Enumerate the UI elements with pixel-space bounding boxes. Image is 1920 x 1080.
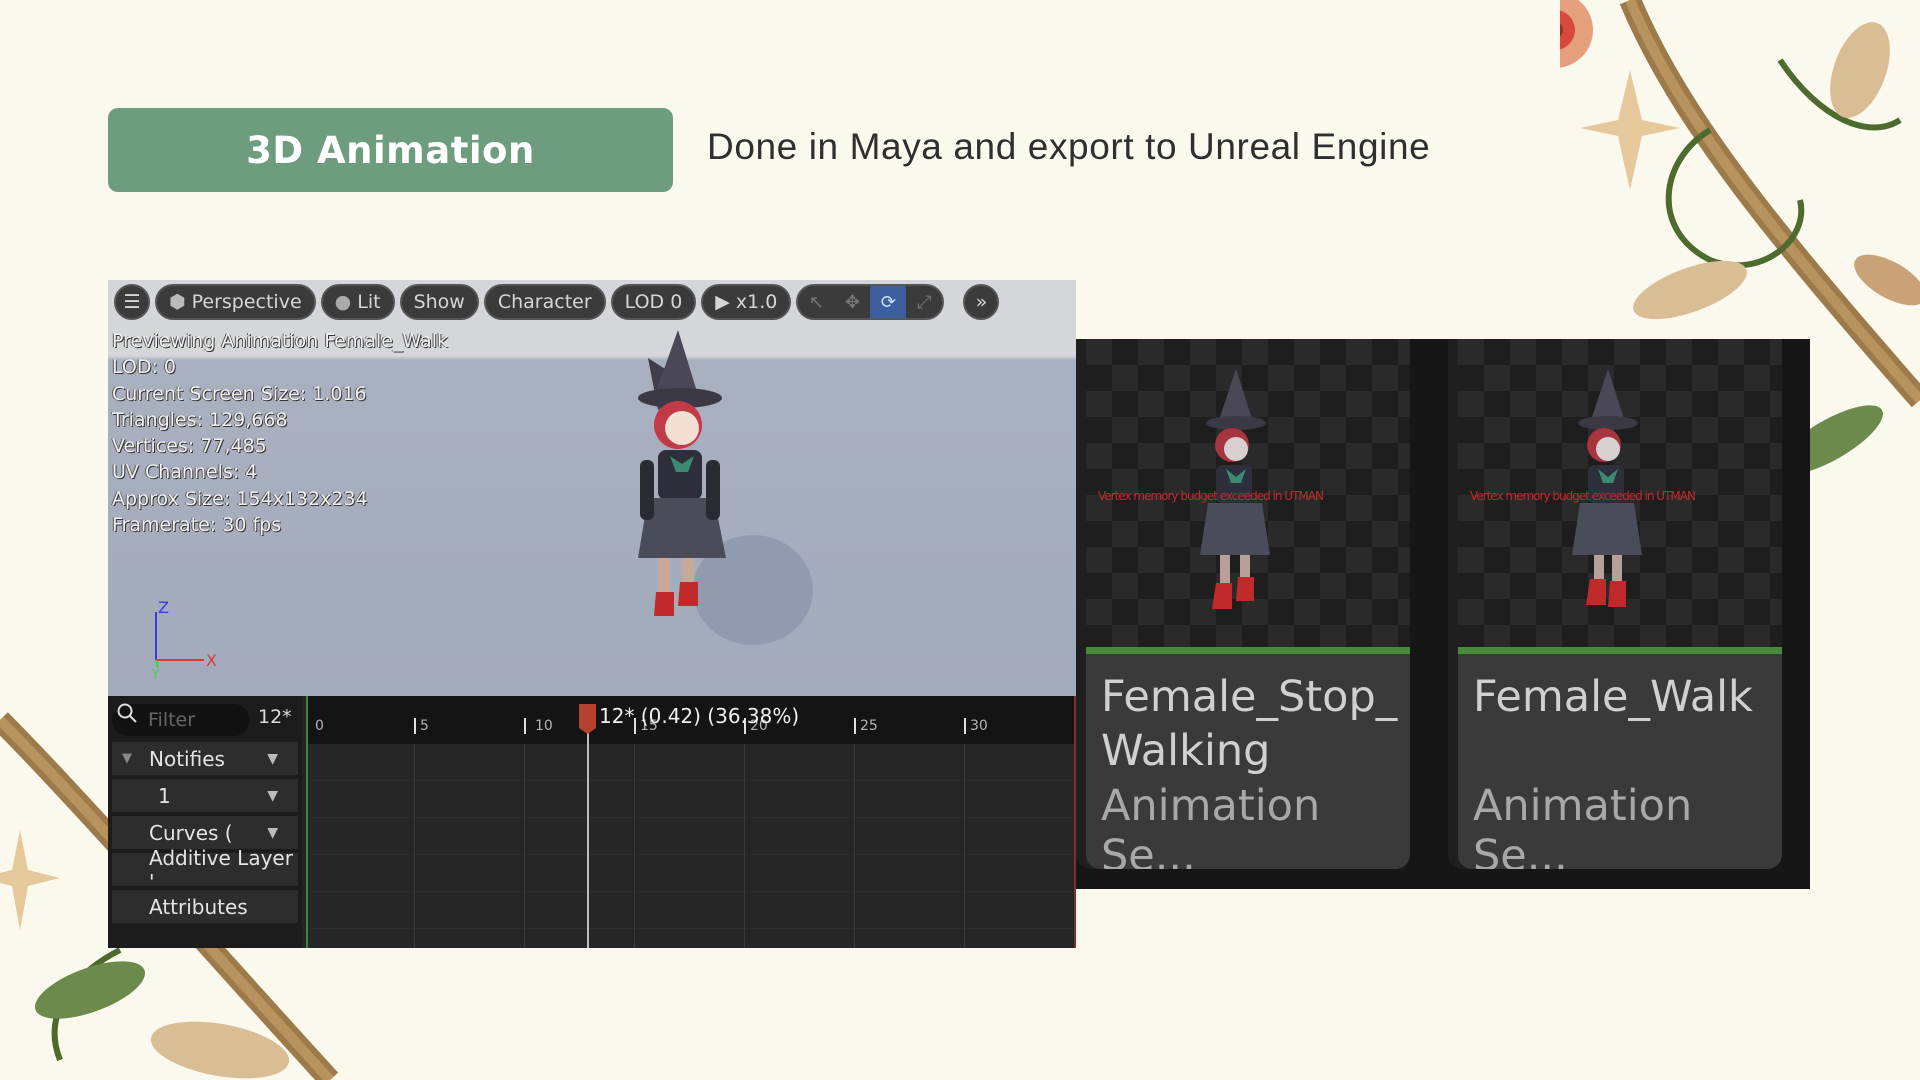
asset-info: Female_Stop_ Walking Animation Se... [1086,654,1410,869]
playback-speed-button[interactable]: ▶ x1.0 [701,284,792,320]
tick-label: 5 [420,718,429,734]
axis-y-label: Y [151,667,160,680]
stat-screen-size: Current Screen Size: 1.016 [112,382,367,405]
track-label: Additive Layer ' [149,845,293,894]
stat-lod: LOD: 0 [112,356,177,379]
tick-label: 30 [970,718,988,734]
move-icon[interactable]: ✥ [834,286,870,318]
tick-label: 25 [860,718,878,734]
track-list: Filter 12* ▼ Notifies ▼ 1 ▼ Curves ( ▼ A [108,696,302,948]
rotate-icon[interactable]: ⟳ [870,286,907,318]
axis-z-label: Z [158,600,169,617]
asset-name: Female_Walk [1473,672,1753,722]
stat-framerate: Framerate: 30 fps [112,514,282,537]
frame-count: 12* [258,706,292,728]
lit-button[interactable]: ● Lit [320,284,395,320]
sphere-icon: ● [334,291,352,313]
search-icon [117,703,137,723]
character-button[interactable]: Character [483,284,606,320]
stat-preview: Previewing Animation Female_Walk [112,330,448,352]
track-notify-1[interactable]: 1 ▼ [112,779,298,812]
asset-info: Female_Walk Animation Se... [1458,654,1782,869]
timeline-grid[interactable] [306,744,1076,948]
playhead-handle[interactable] [579,704,596,734]
lod-button[interactable]: LOD 0 [610,284,697,320]
dropdown-arrow-icon[interactable]: ▼ [267,751,278,767]
hamburger-icon: ☰ [123,291,141,313]
section-title: 3D Animation [246,128,535,172]
asset-thumbnail: Vertex memory budget exceeded in UTMAN [1086,339,1410,647]
scale-icon[interactable]: ⤢ [906,286,942,318]
section-title-pill: 3D Animation [108,108,673,192]
stat-vertices: Vertices: 77,485 [112,435,267,458]
axis-x-label: X [206,651,217,670]
asset-tile-female-stop-walking[interactable]: Vertex memory budget exceeded in UTMAN F… [1076,339,1410,869]
asset-type-color-bar [1458,647,1782,654]
play-icon: ▶ [715,291,730,313]
thumbnail-warning-text: Vertex memory budget exceeded in UTMAN [1098,489,1324,503]
stat-uv-channels: UV Channels: 4 [112,461,258,484]
chevron-right-double-icon: » [975,291,988,313]
asset-name: Female_Stop_ Walking [1101,672,1398,776]
tick-mark [414,718,416,734]
asset-thumbnail: Vertex memory budget exceeded in UTMAN [1458,339,1782,647]
animation-preview-viewport: ☰ ⬢ Perspective ● Lit Show Character LOD… [108,280,1076,948]
thumbnail-warning-text: Vertex memory budget exceeded in UTMAN [1470,489,1696,503]
track-attributes[interactable]: Attributes [112,890,298,923]
show-label: Show [413,291,465,313]
show-button[interactable]: Show [399,284,479,320]
cube-icon: ⬢ [169,291,186,313]
playhead-label: 12* (0.42) (36.38%) [599,704,800,728]
more-options-button[interactable]: » [963,284,1000,320]
perspective-button[interactable]: ⬢ Perspective [155,284,316,320]
track-label: Attributes [149,894,248,919]
asset-type: Animation Se... [1101,781,1321,869]
track-notifies[interactable]: ▼ Notifies ▼ [112,742,298,775]
character-model [638,330,813,645]
lit-label: Lit [357,291,381,313]
collapse-icon[interactable]: ▼ [122,751,132,766]
content-browser-panel: Vertex memory budget exceeded in UTMAN F… [1076,339,1810,889]
select-icon[interactable]: ↖ [798,286,834,318]
stat-triangles: Triangles: 129,668 [112,408,288,431]
menu-button[interactable]: ☰ [114,284,150,320]
viewport-stats: Previewing Animation Female_Walk LOD: 0 … [112,328,448,538]
gridline [964,744,965,948]
track-label: Curves ( [149,820,233,845]
tick-label: 10 [535,718,553,734]
playhead-line [587,706,589,948]
gridline [744,744,745,948]
axis-gizmo: Z X Y [151,600,217,680]
dropdown-arrow-icon[interactable]: ▼ [267,825,278,841]
stat-approx-size: Approx Size: 154x132x234 [112,487,368,510]
character-label: Character [497,291,592,313]
gridline [414,744,415,948]
animation-timeline: Filter 12* ▼ Notifies ▼ 1 ▼ Curves ( ▼ A [108,696,1076,948]
track-curves[interactable]: Curves ( ▼ [112,816,298,849]
gridline [854,744,855,948]
track-label: Notifies [149,746,225,771]
tick-label: 0 [315,718,324,734]
tick-mark [854,718,856,734]
asset-type: Animation Se... [1473,781,1693,869]
asset-type-color-bar [1086,647,1410,654]
lod-label: LOD 0 [624,291,683,313]
transform-tools: ↖ ✥ ⟳ ⤢ [796,284,945,320]
track-label: 1 [158,783,171,808]
track-additive-layer[interactable]: Additive Layer ' [112,846,298,894]
section-subtitle: Done in Maya and export to Unreal Engine [707,126,1431,167]
gridline [524,744,525,948]
perspective-label: Perspective [191,291,302,313]
asset-tile-female-walk[interactable]: Vertex memory budget exceeded in UTMAN F… [1448,339,1782,869]
tick-mark [964,718,966,734]
tick-mark [524,718,526,734]
filter-placeholder: Filter [148,709,196,731]
viewport-toolbar: ☰ ⬢ Perspective ● Lit Show Character LOD… [108,280,1076,324]
speed-label: x1.0 [735,291,778,313]
dropdown-arrow-icon[interactable]: ▼ [267,788,278,804]
gridline [634,744,635,948]
timeline-start-marker [306,696,308,948]
